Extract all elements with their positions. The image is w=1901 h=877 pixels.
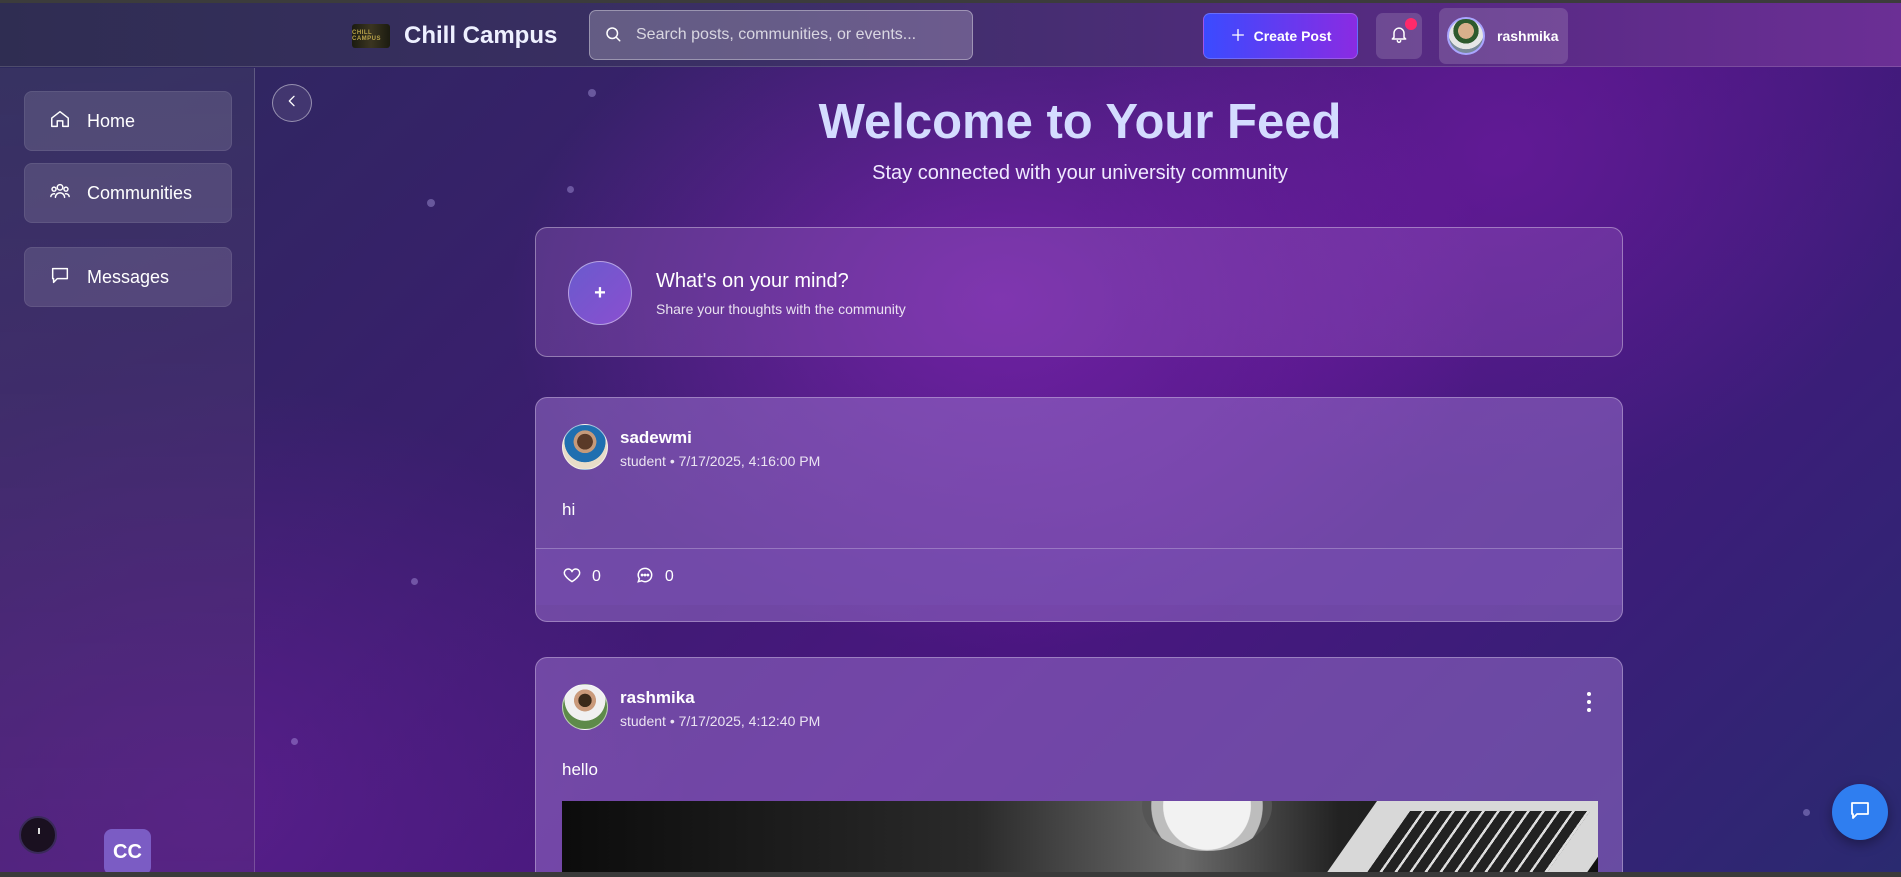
post-meta: student • 7/17/2025, 4:12:40 PM <box>620 713 821 729</box>
like-button[interactable]: 0 <box>562 565 601 590</box>
post-card: sadewmi student • 7/17/2025, 4:16:00 PM … <box>535 397 1623 622</box>
post-author[interactable]: rashmika <box>620 688 695 708</box>
create-post-button[interactable]: Create Post <box>1203 13 1358 59</box>
sidebar-item-label: Messages <box>87 266 170 287</box>
search-bar[interactable] <box>589 10 973 60</box>
decor-dot <box>427 199 435 207</box>
comment-count: 0 <box>664 568 674 585</box>
sidebar-item-messages[interactable]: Messages <box>24 247 232 307</box>
app-title[interactable]: Chill Campus <box>404 22 557 50</box>
cc-badge[interactable]: CC <box>104 829 151 875</box>
sidebar-item-communities[interactable]: Communities <box>24 163 232 223</box>
status-indicator[interactable] <box>19 816 57 854</box>
logo-text: CHILL CAMPUS <box>352 30 382 42</box>
decor-dot <box>567 186 574 193</box>
notification-badge <box>1405 18 1417 30</box>
decor-dot <box>411 578 418 585</box>
decor-dot <box>1803 809 1810 816</box>
home-icon <box>49 108 71 135</box>
collapse-sidebar-button[interactable] <box>272 84 312 122</box>
create-post-label: Create Post <box>1253 28 1332 44</box>
avatar[interactable] <box>562 424 608 470</box>
composer-subtitle: Share your thoughts with the community <box>656 301 906 317</box>
post-body: hi <box>562 500 576 519</box>
comment-icon <box>635 565 655 590</box>
users-icon <box>49 180 71 207</box>
post-actions: 0 0 <box>536 548 1622 605</box>
page-subtitle: Stay connected with your university comm… <box>872 162 1288 184</box>
chat-button[interactable] <box>1832 784 1888 840</box>
post-author[interactable]: sadewmi <box>620 428 692 448</box>
sidebar-item-label: Home <box>87 110 136 131</box>
decor-dot <box>291 738 298 745</box>
plus-icon <box>1230 27 1246 46</box>
composer-add-button[interactable]: + <box>568 261 632 325</box>
top-header: CHILL CAMPUS Chill Campus Create Post ra… <box>0 3 1901 67</box>
like-count: 0 <box>592 568 601 585</box>
user-menu-button[interactable]: rashmika <box>1439 8 1568 64</box>
post-image[interactable] <box>562 801 1598 877</box>
post-composer[interactable]: + What's on your mind? Share your though… <box>535 227 1623 357</box>
heart-icon <box>562 565 582 590</box>
browser-bottom-strip <box>0 872 1901 877</box>
app-logo[interactable]: CHILL CAMPUS <box>352 24 390 48</box>
user-name: rashmika <box>1497 28 1559 44</box>
notifications-button[interactable] <box>1376 13 1422 59</box>
chevron-left-icon <box>284 93 300 114</box>
post-meta: student • 7/17/2025, 4:16:00 PM <box>620 453 821 469</box>
avatar[interactable] <box>562 684 608 730</box>
composer-title: What's on your mind? <box>656 270 849 292</box>
sidebar-item-home[interactable]: Home <box>24 91 232 151</box>
page-title: Welcome to Your Feed <box>818 95 1342 149</box>
sidebar-item-label: Communities <box>87 182 193 203</box>
search-icon <box>604 25 622 48</box>
comment-button[interactable]: 0 <box>635 565 674 590</box>
coffee-cup-graphic <box>1142 801 1272 851</box>
search-input[interactable] <box>636 26 956 44</box>
laptop-graphic <box>1299 801 1598 877</box>
post-body: hello <box>562 760 598 779</box>
sidebar: Home Communities Messages <box>0 68 255 877</box>
chat-icon <box>1848 798 1872 827</box>
more-options-icon[interactable] <box>1586 692 1592 712</box>
post-card: rashmika student • 7/17/2025, 4:12:40 PM… <box>535 657 1623 877</box>
avatar <box>1447 17 1485 55</box>
message-icon <box>49 264 71 291</box>
